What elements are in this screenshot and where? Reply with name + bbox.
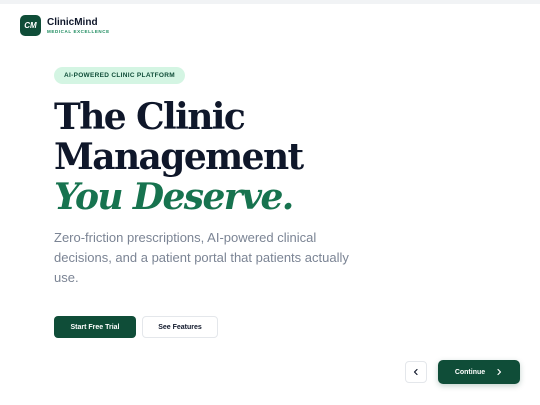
hero-headline: The Clinic Management You Deserve. <box>54 97 494 217</box>
back-button[interactable] <box>405 361 427 383</box>
hero-description: Zero-friction prescriptions, AI-powered … <box>54 230 349 285</box>
top-bar <box>0 0 540 4</box>
chevron-right-icon <box>497 368 502 376</box>
see-features-button[interactable]: See Features <box>142 316 218 338</box>
logo: CM <box>20 15 41 36</box>
platform-badge: AI-POWERED CLINIC PLATFORM <box>54 67 185 84</box>
chevron-left-icon <box>413 368 418 376</box>
brand[interactable]: CM ClinicMind MEDICAL EXCELLENCE <box>20 15 110 36</box>
headline-accent: You Deserve. <box>54 176 294 218</box>
start-free-trial-button[interactable]: Start Free Trial <box>54 316 136 338</box>
headline-line-2: Management <box>54 136 304 178</box>
brand-text: ClinicMind MEDICAL EXCELLENCE <box>47 17 110 35</box>
headline-line-1: The Clinic <box>54 96 246 138</box>
continue-label: Continue <box>454 368 486 376</box>
brand-tagline: MEDICAL EXCELLENCE <box>47 28 110 34</box>
brand-name: ClinicMind <box>47 16 98 28</box>
continue-button[interactable]: Continue <box>438 360 520 384</box>
